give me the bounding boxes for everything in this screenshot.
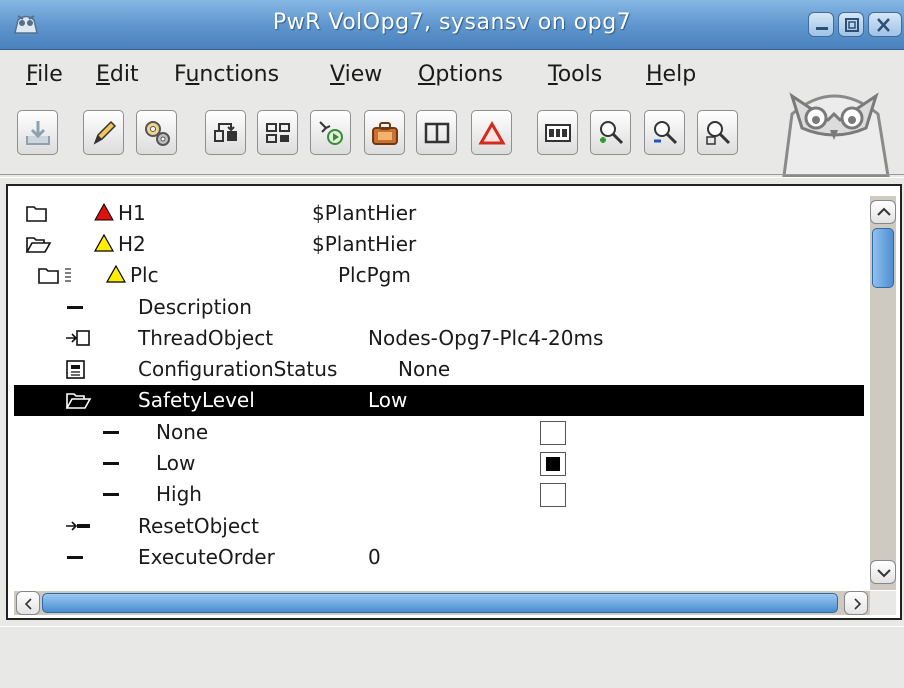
tree-row-threadobject[interactable]: ThreadObject Nodes-Opg7-Plc4-20ms <box>14 323 864 354</box>
chevron-right-icon <box>854 598 862 610</box>
tree-row-enum-low[interactable]: Low <box>14 448 864 479</box>
enum-checkbox-none[interactable] <box>540 421 566 445</box>
hierarchy-icon <box>266 123 290 143</box>
tree-item-name: ConfigurationStatus <box>138 357 338 381</box>
import-icon <box>26 121 50 145</box>
chevron-left-icon <box>24 598 32 610</box>
tree-item-name: None <box>156 420 209 444</box>
vertical-scroll-thumb[interactable] <box>872 228 894 288</box>
menu-functions[interactable]: Functions <box>174 62 279 87</box>
horizontal-scroll-thumb[interactable] <box>42 593 838 613</box>
horizontal-scrollbar[interactable] <box>14 591 870 615</box>
menu-help[interactable]: Help <box>646 62 696 87</box>
io-button[interactable] <box>537 110 578 155</box>
distribute-button[interactable] <box>205 110 246 155</box>
tree-item-name: SafetyLevel <box>138 388 255 412</box>
toolbar-divider <box>0 174 904 178</box>
object-tree[interactable]: H1 $PlantHier H2 $PlantHier Plc PlcPgm D… <box>14 198 864 582</box>
menu-options[interactable]: Options <box>418 62 503 87</box>
columns-icon <box>424 122 450 144</box>
tree-row-description[interactable]: Description <box>14 292 864 323</box>
tree-item-value: 0 <box>368 545 381 569</box>
tree-item-name: ExecuteOrder <box>138 545 275 569</box>
distribute-icon <box>214 123 237 142</box>
scroll-left-button[interactable] <box>16 591 40 615</box>
scroll-up-button[interactable] <box>870 200 896 224</box>
trace-button[interactable] <box>310 110 351 155</box>
chevron-down-icon <box>877 569 891 578</box>
menu-file[interactable]: File <box>26 62 63 87</box>
tree-item-name: Low <box>156 451 196 475</box>
tree-row-h1[interactable]: H1 $PlantHier <box>14 198 864 229</box>
tree-item-value: Nodes-Opg7-Plc4-20ms <box>368 326 604 350</box>
tree-item-class: $PlantHier <box>312 201 417 225</box>
tree-row-safetylevel[interactable]: SafetyLevel Low <box>14 385 864 416</box>
minimize-button[interactable] <box>808 12 834 37</box>
scroll-down-button[interactable] <box>870 560 896 584</box>
menu-edit[interactable]: Edit <box>96 62 139 87</box>
maximize-icon <box>845 18 859 32</box>
alarm-triangle-icon <box>478 121 506 145</box>
zoom-reset-button[interactable] <box>697 110 738 155</box>
edit-pencil-icon <box>93 120 117 145</box>
close-button[interactable] <box>868 12 902 37</box>
maximize-button[interactable] <box>838 12 864 37</box>
tree-item-class: PlcPgm <box>338 263 411 287</box>
tree-item-name: High <box>156 482 202 506</box>
close-icon <box>877 18 890 32</box>
gears-icon <box>145 121 170 146</box>
status-area <box>0 626 904 688</box>
trace-icon <box>319 121 343 145</box>
tree-row-configurationstatus[interactable]: ConfigurationStatus None <box>14 354 864 385</box>
enum-checkbox-high[interactable] <box>540 483 566 507</box>
tree-item-name: H2 <box>118 232 146 256</box>
zoom-out-button[interactable] <box>644 110 685 155</box>
menu-tools[interactable]: Tools <box>548 62 602 87</box>
suitcase-icon <box>372 122 398 145</box>
tree-item-name: Plc <box>130 263 159 287</box>
tree-item-value: None <box>398 357 451 381</box>
tree-item-class: $PlantHier <box>312 232 417 256</box>
vertical-scrollbar[interactable] <box>870 196 896 590</box>
alarm-button[interactable] <box>471 110 512 155</box>
proview-owl-logo <box>770 68 900 180</box>
zoom-in-button[interactable] <box>590 110 631 155</box>
tree-row-executeorder[interactable]: ExecuteOrder 0 <box>14 542 864 573</box>
tree-item-name: ThreadObject <box>138 326 274 350</box>
scrollbar-corner <box>870 591 896 615</box>
zoom-out-icon <box>654 121 678 145</box>
hierarchy-button[interactable] <box>257 110 298 155</box>
columns-button[interactable] <box>416 110 457 155</box>
chevron-up-icon <box>877 207 891 216</box>
tree-row-enum-high[interactable]: High <box>14 479 864 510</box>
suitcase-button[interactable] <box>364 110 405 155</box>
tree-item-value: Low <box>368 388 408 412</box>
tree-item-name: H1 <box>118 201 146 225</box>
enum-checkbox-low[interactable] <box>540 452 566 476</box>
tree-row-h2[interactable]: H2 $PlantHier <box>14 229 864 260</box>
minimize-icon <box>816 27 828 30</box>
edit-button[interactable] <box>83 110 124 155</box>
tree-item-name: ResetObject <box>138 514 260 538</box>
tree-row-enum-none[interactable]: None <box>14 417 864 448</box>
build-button[interactable] <box>136 110 177 155</box>
title-bar[interactable]: PwR VolOpg7, sysansv on opg7 <box>0 0 904 50</box>
scroll-right-button[interactable] <box>844 591 868 615</box>
tree-row-plc[interactable]: Plc PlcPgm <box>14 260 864 291</box>
zoom-reset-icon <box>706 121 731 145</box>
import-button[interactable] <box>17 110 58 155</box>
tree-row-resetobject[interactable]: ResetObject <box>14 511 864 542</box>
menu-bar: File Edit Functions View Options Tools H… <box>0 56 760 96</box>
tree-item-name: Description <box>138 295 252 319</box>
window-title: PwR VolOpg7, sysansv on opg7 <box>272 10 632 35</box>
menu-view[interactable]: View <box>330 62 382 87</box>
io-icon <box>545 124 571 142</box>
zoom-in-icon <box>600 121 624 145</box>
